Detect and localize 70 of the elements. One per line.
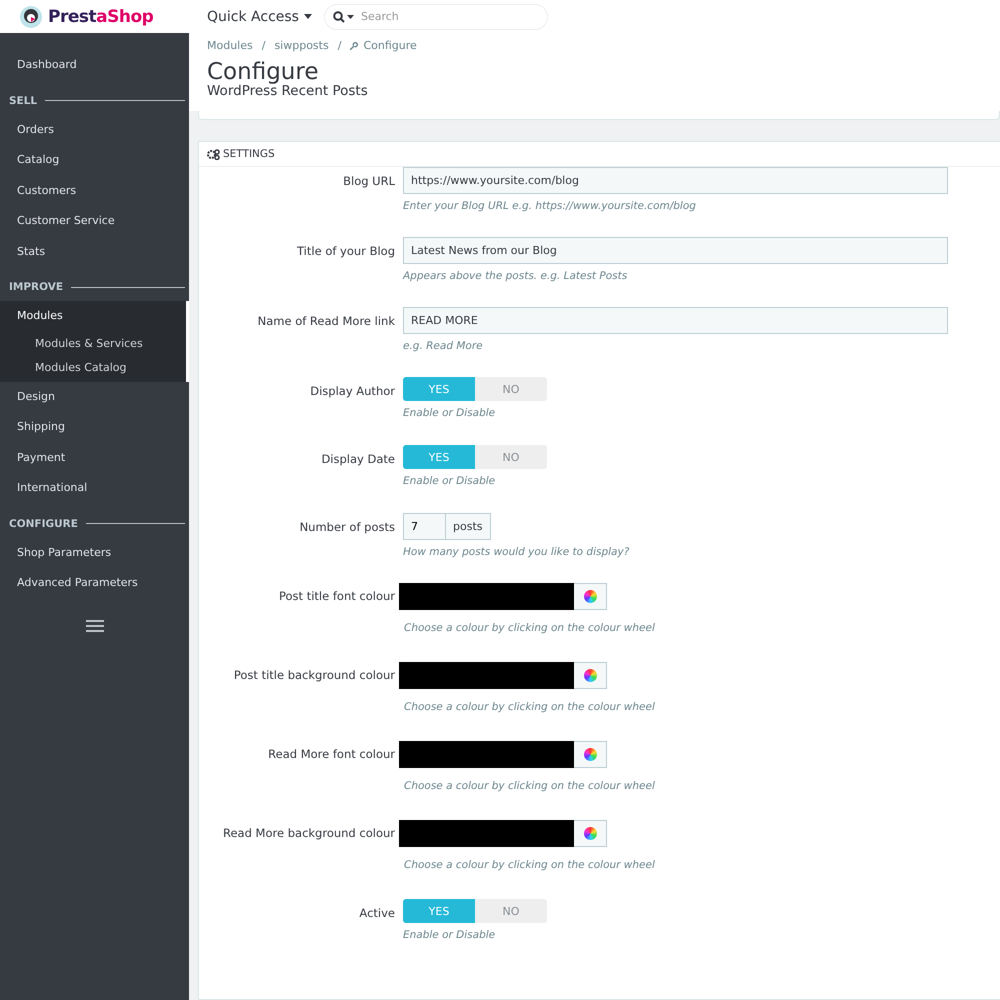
- colour-wheel-button[interactable]: [574, 583, 607, 610]
- text-field[interactable]: READ MORE: [403, 307, 948, 334]
- section-heading: CONFIGURE: [9, 518, 78, 530]
- nav-item[interactable]: Dashboard: [0, 50, 189, 80]
- breadcrumb-separator: /: [338, 39, 342, 52]
- field-label: Active: [358, 905, 395, 922]
- panel-title: SETTINGS: [223, 148, 275, 160]
- search-icon[interactable]: [332, 10, 355, 22]
- field-label: Blog URL: [342, 173, 395, 190]
- colour-wheel-button[interactable]: [574, 662, 607, 690]
- nav-item[interactable]: Payment: [0, 442, 189, 473]
- nav-item[interactable]: Orders: [0, 114, 189, 145]
- unit-addon: posts: [446, 513, 490, 540]
- help-text: Enable or Disable: [403, 475, 496, 488]
- text-field[interactable]: Latest News from our Blog: [403, 237, 948, 264]
- nav-item[interactable]: Shop Parameters: [0, 538, 189, 568]
- nav-subitem[interactable]: Modules & Services: [0, 332, 186, 356]
- colour-swatch-field[interactable]: [399, 662, 574, 690]
- breadcrumb-link[interactable]: Modules: [207, 39, 253, 52]
- colour-swatch-field[interactable]: [399, 583, 574, 610]
- field-label: Post title font colour: [278, 588, 395, 606]
- help-text: Enable or Disable: [403, 929, 496, 942]
- breadcrumb-link[interactable]: Configure: [363, 39, 417, 52]
- section-heading: IMPROVE: [9, 281, 64, 293]
- field-label: Post title background colour: [232, 667, 395, 684]
- colour-swatch-field[interactable]: [399, 820, 574, 848]
- quick-access-button[interactable]: Quick Access: [201, 6, 318, 26]
- page-subtitle: WordPress Recent Posts: [207, 83, 369, 100]
- nav-item[interactable]: Customer Service: [0, 206, 189, 236]
- nav-subitem[interactable]: Modules Catalog: [0, 356, 186, 380]
- field-label: Display Date: [320, 451, 395, 468]
- search-field[interactable]: Search: [324, 4, 548, 30]
- colour-wheel-button[interactable]: [574, 741, 607, 768]
- nav-item[interactable]: Stats: [0, 236, 189, 267]
- nav-item[interactable]: Modules: [0, 301, 186, 332]
- field-label: Number of posts: [298, 519, 395, 536]
- nav-item[interactable]: Customers: [0, 176, 189, 206]
- logo-text: PrestaShop: [48, 6, 154, 26]
- field-label: Display Author: [309, 383, 395, 400]
- nav-item[interactable]: Design: [0, 382, 189, 412]
- menu-icon[interactable]: [86, 620, 104, 632]
- help-text: Choose a colour by clicking on the colour wheel: [403, 780, 655, 792]
- section-heading: SELL: [9, 94, 38, 106]
- help-text: Enable or Disable: [403, 407, 496, 420]
- gears-icon: [207, 148, 220, 160]
- help-text: Choose a colour by clicking on the colour wheel: [403, 622, 655, 634]
- field-label: Read More font colour: [267, 746, 395, 764]
- nav-item[interactable]: Advanced Parameters: [0, 568, 189, 598]
- wrench-icon: [350, 42, 358, 50]
- field-label: Name of Read More link: [256, 313, 395, 330]
- nav-item[interactable]: Shipping: [0, 412, 189, 442]
- nav-item[interactable]: Catalog: [0, 145, 189, 176]
- breadcrumb-separator: /: [262, 39, 266, 52]
- help-text: Choose a colour by clicking on the colour wheel: [403, 859, 655, 872]
- field-label: Title of your Blog: [296, 243, 395, 260]
- help-text: Appears above the posts. e.g. Latest Posts: [403, 270, 628, 282]
- colour-wheel-button[interactable]: [574, 820, 607, 848]
- nav-item[interactable]: International: [0, 473, 189, 504]
- colour-swatch-field[interactable]: [399, 741, 574, 768]
- field-label: Read More background colour: [222, 825, 395, 842]
- number-field[interactable]: 7: [403, 513, 446, 540]
- help-text: e.g. Read More: [403, 340, 484, 352]
- breadcrumb-link[interactable]: siwpposts: [274, 39, 329, 52]
- caret-icon: [304, 14, 312, 19]
- page-title: Configure: [207, 60, 320, 85]
- help-text: Enter your Blog URL e.g. https://www.yoursite.com/blog: [403, 200, 697, 212]
- help-text: How many posts would you like to display?: [403, 546, 630, 558]
- text-field[interactable]: https://www.yoursite.com/blog: [403, 167, 948, 194]
- help-text: Choose a colour by clicking on the colour wheel: [403, 701, 655, 714]
- logo-icon: [19, 4, 43, 28]
